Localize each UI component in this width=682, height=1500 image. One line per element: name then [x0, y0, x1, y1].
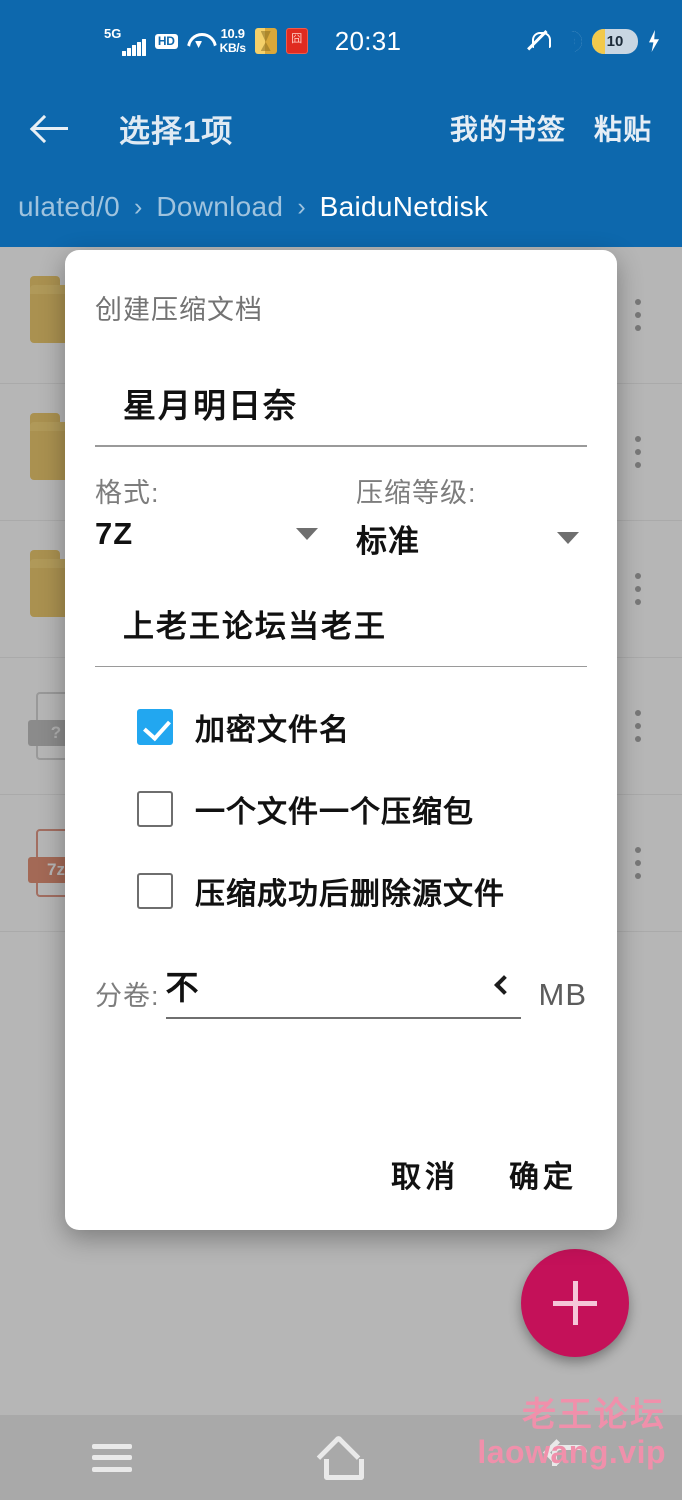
add-fab-button[interactable]: [521, 1249, 629, 1357]
network-type-label: 5G: [104, 26, 122, 41]
chevron-down-icon: [296, 527, 318, 540]
divider: [95, 445, 587, 447]
level-column: 压缩等级: 标准: [326, 471, 587, 561]
create-archive-dialog: 创建压缩文档 星月明日奈 格式: 7Z 压缩等级: 标准 上老王论坛当老王 加密…: [65, 250, 617, 1230]
status-bar: 5G HD 10.9 KB/s 20:31 10: [0, 0, 682, 82]
back-arrow-icon[interactable]: [30, 108, 74, 148]
breadcrumb: ulated/0 › Download › BaiduNetdisk: [0, 174, 682, 240]
checkbox-label-delete-source: 压缩成功后删除源文件: [195, 878, 505, 911]
checkbox-encrypt-names[interactable]: [137, 709, 173, 745]
charging-bolt-icon: [648, 30, 660, 52]
confirm-button[interactable]: 确定: [509, 1152, 577, 1196]
split-volume-row: 分卷: 不 MB: [95, 961, 587, 1019]
battery-icon: 10: [592, 28, 638, 54]
moon-dnd-icon: [561, 30, 582, 52]
data-speed-value: 10.9: [220, 26, 245, 41]
app-bar: 选择1项 我的书签 粘贴 ulated/0 › Download › Baidu…: [0, 82, 682, 247]
checkbox-row-one-archive-per-file[interactable]: 一个文件一个压缩包: [95, 787, 587, 831]
format-column: 格式: 7Z: [95, 471, 326, 561]
chevron-left-icon[interactable]: [493, 975, 514, 995]
app-bar-row: 选择1项 我的书签 粘贴: [0, 82, 682, 174]
dialog-buttons: 取消 确定: [95, 1152, 587, 1196]
dialog-title: 创建压缩文档: [95, 295, 263, 325]
selection-title: 选择1项: [119, 113, 234, 149]
status-bar-left-icons: 5G HD 10.9 KB/s 20:31: [104, 26, 401, 57]
checkbox-row-delete-source[interactable]: 压缩成功后删除源文件: [95, 869, 587, 913]
hd-icon: HD: [154, 33, 178, 49]
system-nav-bar: [0, 1415, 682, 1500]
password-input[interactable]: 上老王论坛当老王: [95, 601, 587, 646]
home-icon[interactable]: [317, 1439, 364, 1480]
checkbox-label-encrypt-names: 加密文件名: [195, 714, 350, 747]
back-icon[interactable]: [546, 1439, 590, 1477]
split-volume-value: 不: [165, 969, 199, 1006]
split-volume-label: 分卷:: [95, 981, 160, 1011]
my-bookmarks-button[interactable]: 我的书签: [450, 108, 566, 148]
breadcrumb-item-1[interactable]: Download: [156, 191, 283, 223]
checkbox-one-archive-per-file[interactable]: [137, 791, 173, 827]
format-select[interactable]: 7Z: [95, 516, 326, 552]
signal-bars-icon: 5G: [104, 26, 146, 56]
cancel-button[interactable]: 取消: [391, 1152, 459, 1196]
recents-icon[interactable]: [92, 1443, 133, 1472]
breadcrumb-separator: ›: [297, 192, 306, 221]
wifi-icon: [187, 32, 211, 51]
split-volume-unit: MB: [538, 977, 587, 1012]
plus-icon: [553, 1281, 597, 1325]
split-volume-input[interactable]: 不: [165, 961, 521, 1019]
checkbox-row-encrypt-names[interactable]: 加密文件名: [95, 705, 587, 749]
breadcrumb-item-2[interactable]: BaiduNetdisk: [320, 191, 489, 223]
checkbox-label-one-archive-per-file: 一个文件一个压缩包: [195, 796, 474, 829]
format-value: 7Z: [95, 515, 134, 551]
phone-screen: 5G HD 10.9 KB/s 20:31 10 选: [0, 0, 682, 1500]
status-bar-clock: 20:31: [334, 25, 402, 56]
battery-percent-label: 10: [606, 32, 624, 50]
breadcrumb-separator: ›: [134, 192, 143, 221]
app-icon-red: [285, 28, 308, 54]
archive-name-input[interactable]: 星月明日奈: [95, 379, 587, 427]
divider: [95, 665, 587, 667]
app-icon-yellow: [254, 28, 277, 54]
breadcrumb-item-0[interactable]: ulated/0: [18, 191, 120, 223]
status-bar-right-icons: 10: [529, 28, 660, 54]
chevron-down-icon: [557, 532, 579, 544]
level-label: 压缩等级:: [356, 477, 477, 508]
paste-button[interactable]: 粘贴: [594, 108, 652, 148]
app-bar-actions: 我的书签 粘贴: [450, 108, 652, 148]
checkbox-delete-source[interactable]: [137, 873, 173, 909]
data-speed-indicator: 10.9 KB/s: [219, 26, 246, 56]
level-value: 标准: [356, 523, 420, 559]
data-speed-unit: KB/s: [219, 41, 246, 55]
level-select[interactable]: 标准: [356, 516, 587, 561]
mute-bell-icon: [529, 29, 551, 53]
format-label: 格式:: [95, 477, 160, 508]
format-level-row: 格式: 7Z 压缩等级: 标准: [95, 471, 587, 561]
